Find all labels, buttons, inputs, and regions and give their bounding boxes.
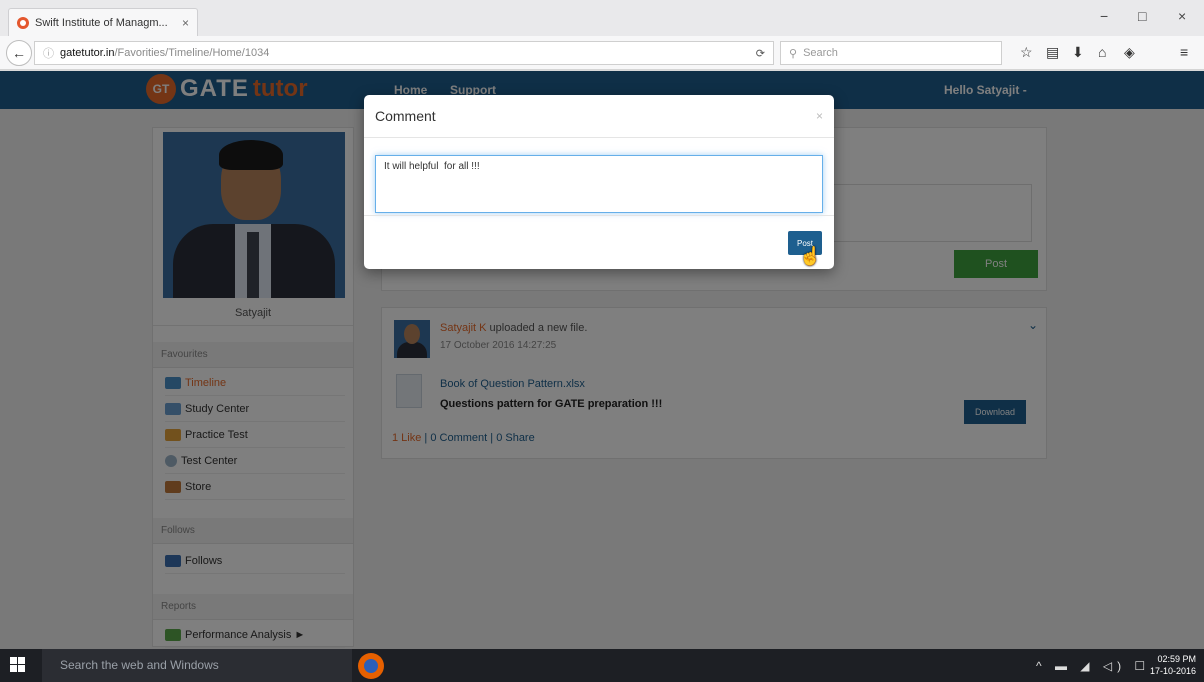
window-close-icon[interactable]: × [1178,8,1186,24]
reading-list-icon[interactable]: ▤ [1046,44,1059,61]
comment-input[interactable]: It will helpful for all !!! [375,155,823,213]
taskbar-search[interactable]: Search the web and Windows [42,649,352,682]
taskbar-clock[interactable]: 02:59 PM 17-10-2016 [1146,653,1196,677]
minimize-icon[interactable]: − [1100,8,1108,24]
tab-title: Swift Institute of Managm... [35,16,168,29]
tab-close-icon[interactable]: × [182,16,189,30]
info-icon[interactable]: ⓘ [43,45,54,61]
reload-icon[interactable]: ⟳ [756,47,765,60]
pocket-icon[interactable]: ◈ [1124,44,1135,61]
address-bar[interactable]: ⓘ gatetutor.in/Favorities/Timeline/Home/… [34,41,774,65]
browser-search-bar[interactable]: ⚲ Search [780,41,1002,65]
menu-icon[interactable]: ≡ [1180,44,1188,60]
comment-modal: Comment × It will helpful for all !!! Po… [364,95,834,269]
system-tray[interactable]: ^ ▬ ◢ ◁) ☐ [1036,659,1150,673]
bookmark-star-icon[interactable]: ☆ [1020,44,1033,61]
modal-title: Comment [375,108,436,124]
modal-divider [364,215,834,216]
firefox-icon[interactable] [358,653,384,679]
taskbar: Search the web and Windows ^ ▬ ◢ ◁) ☐ 02… [0,649,1204,682]
clock-date: 17-10-2016 [1149,666,1196,676]
maximize-icon[interactable]: □ [1138,8,1146,24]
windows-start-icon[interactable] [10,657,26,673]
home-icon[interactable]: ⌂ [1098,44,1106,60]
back-button[interactable]: ← [6,40,32,66]
clock-time: 02:59 PM [1157,654,1196,664]
url-domain: gatetutor.in [60,47,115,59]
search-placeholder: Search [803,47,838,59]
search-icon: ⚲ [789,47,798,60]
downloads-icon[interactable]: ⬇ [1072,44,1084,61]
browser-tab[interactable]: Swift Institute of Managm... × [8,8,198,36]
modal-header: Comment × [364,95,834,138]
site-favicon-icon [17,16,29,29]
modal-close-icon[interactable]: × [816,109,823,123]
url-path: /Favorities/Timeline/Home/1034 [114,47,270,59]
browser-tab-bar: Swift Institute of Managm... × − □ × [0,0,1204,36]
browser-nav-bar: ← ⓘ gatetutor.in/Favorities/Timeline/Hom… [0,36,1204,70]
hand-cursor-icon: ☝ [799,246,822,266]
